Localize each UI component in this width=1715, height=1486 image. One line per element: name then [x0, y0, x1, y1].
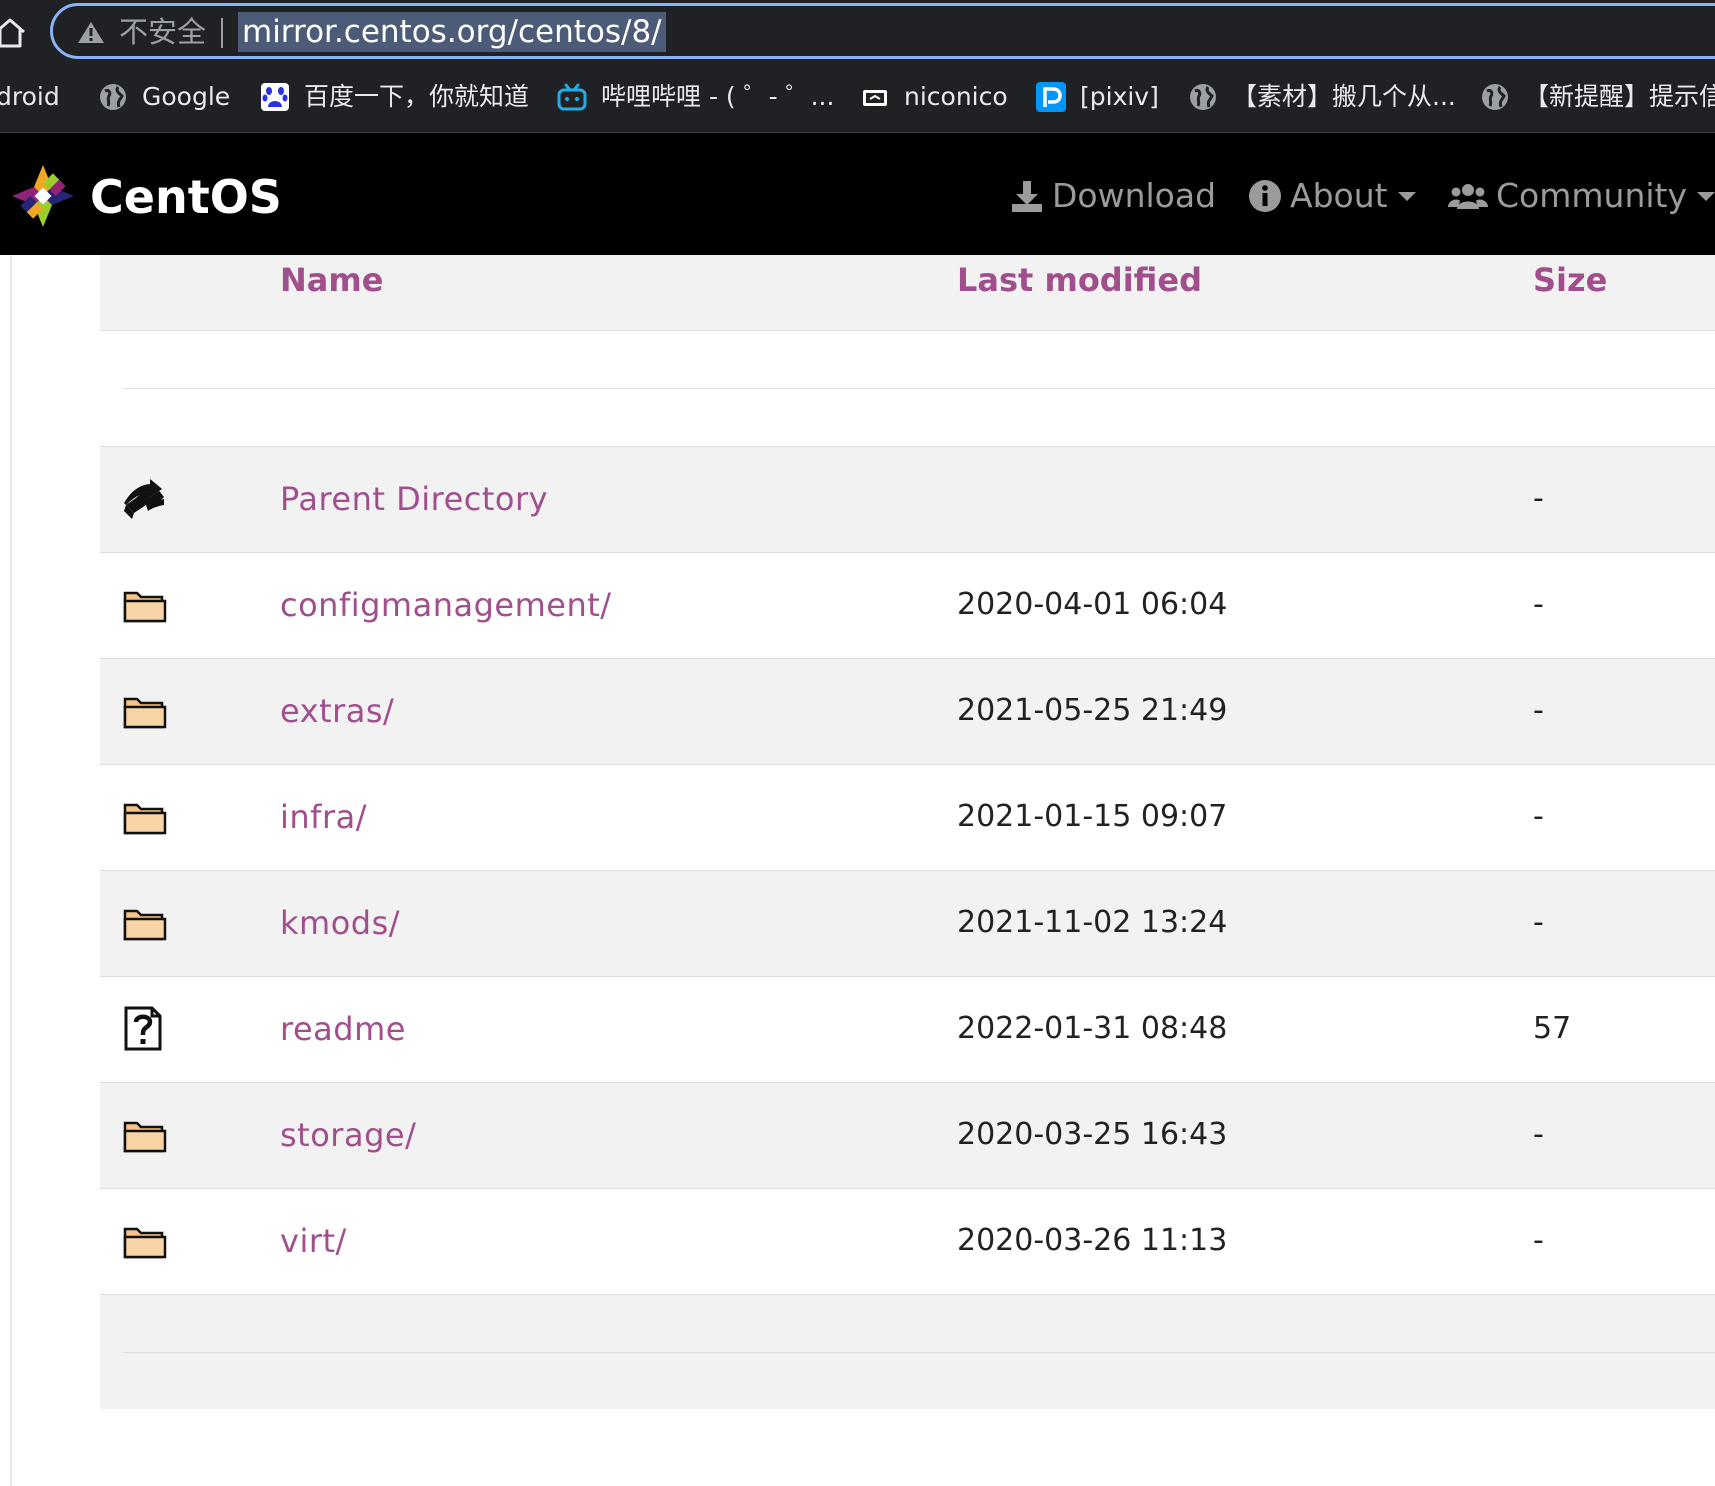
table-row: configmanagement/ 2020-04-01 06:04 - [100, 553, 1715, 659]
bookmark-label: 哔哩哔哩 - ( ゜- ゜... [601, 82, 835, 111]
entry-modified: 2021-05-25 21:49 [957, 693, 1228, 728]
folder-icon [123, 1227, 167, 1259]
users-icon [1448, 184, 1488, 209]
bookmark-label: 百度一下，你就知道 [304, 82, 530, 111]
nav-community-label: Community [1496, 176, 1687, 215]
bookmark-sucai[interactable]: 【素材】搬几个从... [1188, 74, 1456, 120]
omnibox-separator [221, 18, 223, 48]
bookmark-google[interactable]: Google [98, 74, 230, 120]
folder-icon [123, 591, 167, 623]
table-row: storage/ 2020-03-25 16:43 - [100, 1083, 1715, 1189]
centos-brand[interactable]: CentOS [90, 171, 282, 223]
nav-about-label: About [1290, 176, 1388, 215]
browser-chrome: 不安全 mirror.centos.org/centos/8/ droid Go… [0, 0, 1715, 133]
pixiv-icon [1036, 82, 1066, 112]
entry-size: - [1533, 905, 1544, 940]
chevron-down-icon [1697, 191, 1715, 201]
bilibili-tv-icon [557, 83, 587, 111]
bookmark-label: niconico [904, 82, 1008, 111]
url-selection[interactable]: mirror.centos.org/centos/8/ [238, 12, 666, 52]
table-row: virt/ 2020-03-26 11:13 - [100, 1189, 1715, 1295]
table-row: readme 2022-01-31 08:48 57 [100, 977, 1715, 1083]
table-row: extras/ 2021-05-25 21:49 - [100, 659, 1715, 765]
insecure-label[interactable]: 不安全 [119, 14, 206, 50]
nav-community[interactable]: Community [1448, 171, 1715, 221]
entry-size: - [1533, 481, 1544, 516]
entry-size: - [1533, 587, 1544, 622]
unknown-file-icon [124, 1006, 162, 1051]
entry-link[interactable]: kmods/ [280, 901, 400, 945]
centos-navbar: CentOS Download About Community [0, 133, 1715, 255]
entry-size: 57 [1533, 1011, 1572, 1046]
entry-modified: 2020-04-01 06:04 [957, 587, 1228, 622]
bookmark-bilibili[interactable]: 哔哩哔哩 - ( ゜- ゜... [557, 74, 834, 120]
bookmark-label: [pixiv] [1080, 82, 1159, 111]
nav-download[interactable]: Download [1010, 171, 1216, 221]
globe-icon [100, 84, 126, 110]
header-name[interactable]: Name [280, 257, 383, 303]
table-row: Parent Directory - [100, 447, 1715, 553]
info-circle-icon [1249, 180, 1281, 212]
warning-icon[interactable] [77, 20, 105, 44]
entry-link[interactable]: virt/ [280, 1219, 347, 1263]
entry-size: - [1533, 1117, 1544, 1152]
globe-icon [1190, 84, 1216, 110]
chevron-down-icon [1397, 191, 1416, 201]
address-bar[interactable]: 不安全 mirror.centos.org/centos/8/ [50, 3, 1715, 59]
folder-icon [123, 803, 167, 835]
listing-header-row: Name Last modified Size [100, 255, 1715, 331]
header-size[interactable]: Size [1533, 257, 1607, 303]
entry-link[interactable]: configmanagement/ [280, 583, 612, 627]
table-row: infra/ 2021-01-15 09:07 - [100, 765, 1715, 871]
entry-link[interactable]: extras/ [280, 689, 394, 733]
entry-link[interactable]: readme [280, 1007, 406, 1051]
folder-icon [123, 1121, 167, 1153]
globe-icon [1482, 84, 1508, 110]
home-icon[interactable] [0, 14, 26, 52]
entry-modified: 2021-11-02 13:24 [957, 905, 1228, 940]
table-row: kmods/ 2021-11-02 13:24 - [100, 871, 1715, 977]
bookmark-pixiv[interactable]: [pixiv] [1036, 74, 1159, 120]
listing-top-separator [100, 332, 1715, 447]
bookmark-label: Google [142, 82, 231, 111]
niconico-icon [863, 90, 887, 106]
url-text[interactable]: mirror.centos.org/centos/8/ [242, 14, 662, 50]
bookmarks-bar: droid Google 百度一下，你就知道 哔哩哔哩 - (゜- ゜... … [0, 74, 1715, 120]
header-last-modified[interactable]: Last modified [957, 257, 1202, 303]
folder-icon [123, 697, 167, 729]
separator-rule [124, 388, 1715, 389]
bookmark-android[interactable]: droid [0, 74, 60, 120]
separator-rule [124, 1352, 1715, 1353]
entry-modified: 2020-03-25 16:43 [957, 1117, 1228, 1152]
entry-modified: 2022-01-31 08:48 [957, 1011, 1228, 1046]
entry-modified: 2020-03-26 11:13 [957, 1223, 1228, 1258]
nav-download-label: Download [1052, 176, 1217, 215]
folder-icon [123, 909, 167, 941]
content-left-rule [10, 255, 12, 1486]
centos-logo-icon[interactable] [10, 163, 76, 229]
entry-size: - [1533, 799, 1544, 834]
bookmark-baidu[interactable]: 百度一下，你就知道 [260, 74, 529, 120]
entry-link[interactable]: storage/ [280, 1113, 416, 1157]
bookmark-niconico[interactable]: niconico [860, 74, 1008, 120]
entry-link[interactable]: infra/ [280, 795, 367, 839]
entry-link[interactable]: Parent Directory [280, 477, 548, 521]
bookmark-xintixing[interactable]: 【新提醒】提示信 [1480, 74, 1715, 120]
listing-footer [100, 1295, 1715, 1409]
entry-size: - [1533, 1223, 1544, 1258]
bookmark-label: 【新提醒】提示信 [1524, 82, 1715, 111]
entry-modified: 2021-01-15 09:07 [957, 799, 1228, 834]
nav-about[interactable]: About [1248, 171, 1416, 221]
baidu-paw-icon [261, 83, 289, 111]
parent-directory-icon [124, 479, 164, 519]
entry-size: - [1533, 693, 1544, 728]
bookmark-label: droid [0, 82, 60, 111]
bookmark-label: 【素材】搬几个从... [1232, 82, 1456, 111]
download-icon [1012, 181, 1042, 212]
